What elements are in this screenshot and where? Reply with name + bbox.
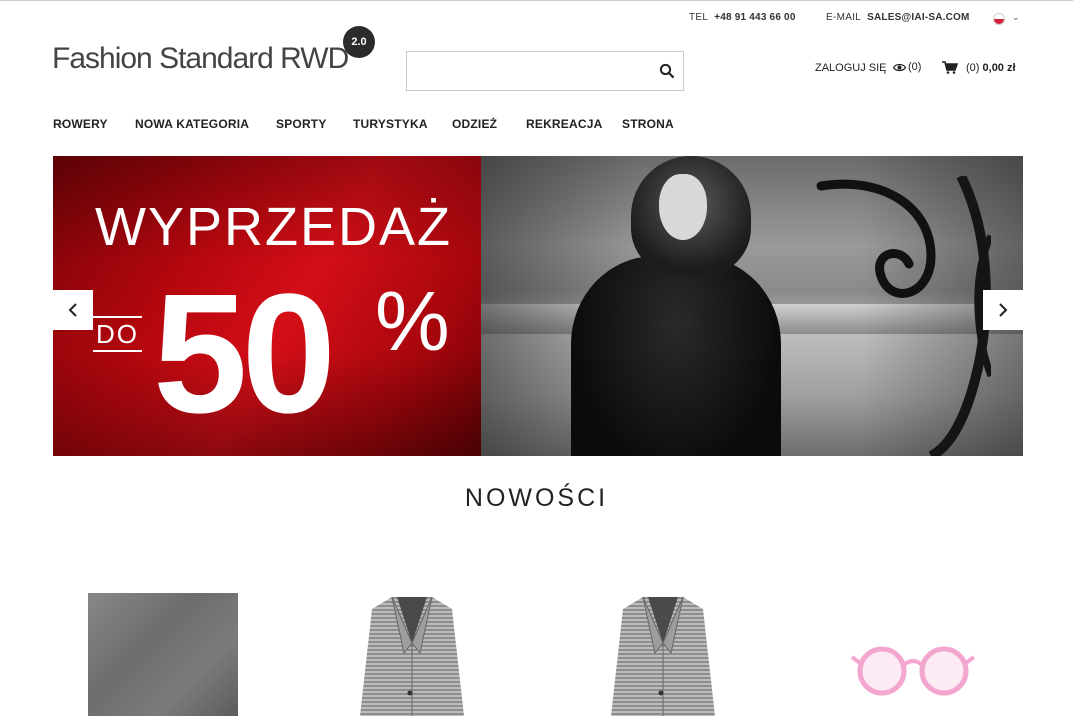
chevron-down-icon: ⌄ bbox=[1012, 12, 1020, 22]
main-nav: ROWERY ⌄ NOWA KATEGORIA SPORTY TURYSTYKA … bbox=[0, 117, 1073, 135]
email-contact[interactable]: E-MAIL SALES@IAI-SA.COM bbox=[826, 12, 970, 23]
cart-count: (0) bbox=[966, 62, 980, 74]
cart-total: 0,00 zł bbox=[982, 62, 1016, 74]
email-label: E-MAIL bbox=[826, 12, 862, 23]
product-thumbnail-blazer[interactable] bbox=[352, 593, 472, 716]
hero-banner[interactable]: WYPRZEDAŻ DO 50 % bbox=[53, 156, 1023, 456]
watch-count: (0) bbox=[908, 61, 922, 73]
chevron-right-icon bbox=[999, 303, 1008, 317]
slider-prev-button[interactable] bbox=[53, 290, 93, 330]
nav-item-strona[interactable]: STRONA bbox=[622, 117, 674, 131]
slider-next-button[interactable] bbox=[983, 290, 1023, 330]
language-selector[interactable]: ⌄ bbox=[993, 12, 1023, 25]
nav-item-sporty[interactable]: SPORTY bbox=[276, 117, 327, 131]
model-face-shape bbox=[659, 174, 707, 240]
search-input[interactable] bbox=[407, 52, 647, 90]
eye-icon bbox=[892, 63, 907, 72]
banner-amount: 50 bbox=[153, 259, 336, 449]
wrought-iron-ornament bbox=[816, 176, 991, 456]
phone-contact[interactable]: TEL +48 91 443 66 00 bbox=[689, 12, 796, 23]
banner-photo bbox=[481, 156, 1023, 456]
contact-bar: TEL +48 91 443 66 00 E-MAIL SALES@IAI-SA.C… bbox=[0, 12, 1073, 26]
chevron-left-icon bbox=[68, 303, 77, 317]
email-value: SALES@IAI-SA.COM bbox=[867, 12, 970, 23]
top-border bbox=[0, 0, 1073, 1]
chevron-down-icon: ⌄ bbox=[57, 117, 65, 127]
banner-sale-panel: WYPRZEDAŻ DO 50 % bbox=[53, 156, 481, 456]
product-thumbnail-fabric[interactable] bbox=[88, 593, 238, 716]
site-logo[interactable]: Fashion Standard RWD bbox=[52, 42, 349, 76]
cart-icon bbox=[942, 61, 959, 74]
tel-label: TEL bbox=[689, 12, 709, 23]
watchlist-link[interactable]: (0) bbox=[892, 61, 922, 73]
search-box bbox=[406, 51, 684, 91]
banner-percent: % bbox=[375, 274, 450, 368]
banner-prefix: DO bbox=[93, 316, 142, 352]
logo-version-badge: 2.0 bbox=[343, 26, 375, 58]
nav-item-turystyka[interactable]: TURYSTYKA bbox=[353, 117, 428, 131]
cart-link[interactable]: (0) 0,00 zł bbox=[942, 61, 1016, 74]
search-icon[interactable] bbox=[659, 63, 675, 79]
product-thumbnail-blazer[interactable] bbox=[603, 593, 723, 716]
nav-item-nowa-kategoria[interactable]: NOWA KATEGORIA bbox=[135, 117, 249, 131]
model-dress-shape bbox=[571, 256, 781, 456]
flag-poland-icon bbox=[993, 13, 1005, 25]
nav-item-odziez[interactable]: ODZIEŻ bbox=[452, 117, 497, 131]
product-thumbnail-glasses[interactable] bbox=[848, 593, 978, 716]
tel-value: +48 91 443 66 00 bbox=[714, 12, 796, 23]
login-link[interactable]: ZALOGUJ SIĘ bbox=[815, 62, 887, 74]
nav-item-rekreacja[interactable]: REKREACJA bbox=[526, 117, 602, 131]
section-title: NOWOŚCI bbox=[464, 484, 609, 512]
banner-headline: WYPRZEDAŻ bbox=[95, 197, 453, 257]
